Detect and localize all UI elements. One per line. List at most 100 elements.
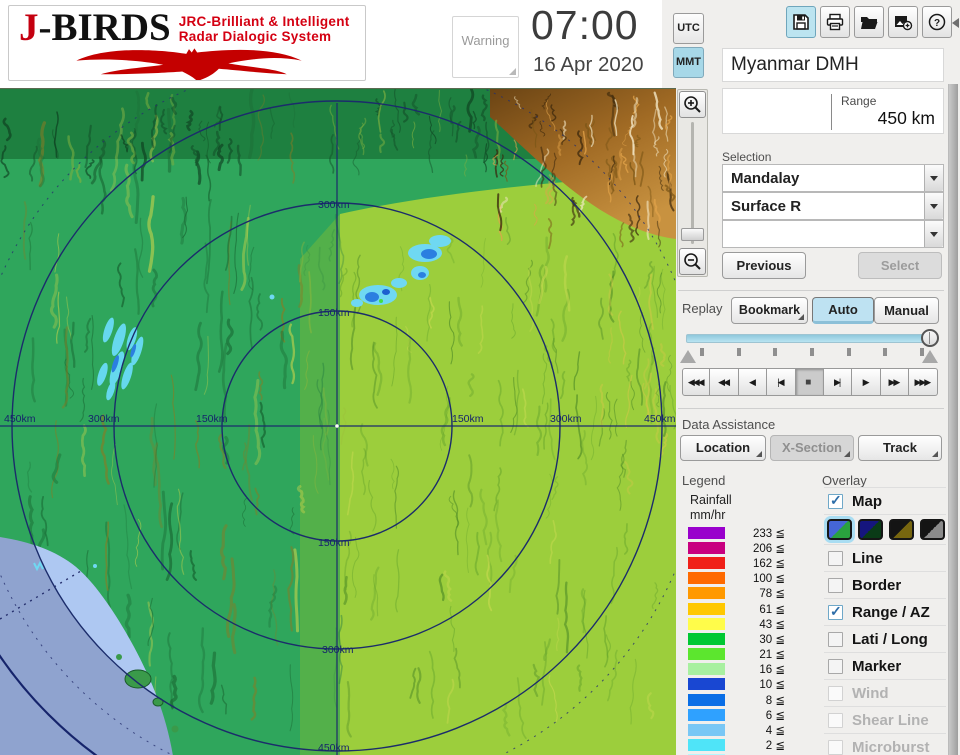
svg-text:450km: 450km	[4, 413, 36, 425]
replay-range-start-marker[interactable]	[680, 350, 696, 363]
svg-text:300km: 300km	[322, 644, 354, 656]
step-forward-button[interactable]: ▶|	[823, 368, 853, 396]
product-dropdown[interactable]: Surface R	[722, 192, 944, 220]
step-back-button[interactable]: |◀	[767, 368, 796, 396]
overlay-row-wind: Wind	[824, 679, 946, 706]
zoom-in-button[interactable]	[679, 91, 706, 118]
utc-button[interactable]: UTC	[673, 13, 704, 44]
chevron-down-icon[interactable]	[924, 165, 943, 191]
jbirds-logo: J-BIRDS JRC-Brilliant & Intelligent Rada…	[8, 5, 366, 81]
help-button[interactable]: ?	[922, 6, 952, 38]
overlay-label: Overlay	[822, 473, 867, 488]
open-folder-button[interactable]	[854, 6, 884, 38]
svg-text:300km: 300km	[550, 413, 582, 425]
xsection-button: X-Section	[770, 435, 854, 461]
marker-checkbox[interactable]	[828, 658, 843, 674]
toolbar: ?	[786, 6, 952, 38]
map-zoom-control	[677, 89, 708, 277]
separator	[678, 408, 944, 409]
site-dropdown[interactable]: Mandalay	[722, 164, 944, 192]
snapshot-add-button[interactable]	[888, 6, 918, 38]
site-dropdown-value: Mandalay	[731, 169, 800, 187]
overlay-row-lati-long[interactable]: Lati / Long	[824, 625, 946, 652]
snapshot-add-icon	[895, 16, 913, 31]
svg-text:300km: 300km	[318, 199, 350, 211]
save-button[interactable]	[786, 6, 816, 38]
replay-timeline-slider[interactable]	[686, 334, 938, 343]
line-checkbox[interactable]	[828, 550, 843, 566]
range-label: Range	[841, 94, 877, 108]
help-icon: ?	[928, 13, 946, 31]
svg-text:150km: 150km	[318, 537, 350, 549]
separator	[678, 290, 944, 291]
map-style-4[interactable]	[920, 519, 945, 540]
replay-range-end-marker[interactable]	[922, 350, 938, 363]
save-icon	[793, 14, 809, 30]
bookmark-button[interactable]: Bookmark	[731, 297, 808, 324]
zoom-out-button[interactable]	[679, 248, 706, 275]
track-button[interactable]: Track	[858, 435, 942, 461]
overlay-row-line[interactable]: Line	[824, 544, 946, 571]
mmt-button[interactable]: MMT	[673, 47, 704, 78]
svg-text:150km: 150km	[452, 413, 484, 425]
print-button[interactable]	[820, 6, 850, 38]
chevron-down-icon[interactable]	[924, 193, 943, 219]
zoom-slider-track[interactable]	[691, 122, 694, 244]
playback-controls: ◀◀◀ ◀◀ ◀ |◀ ■ ▶| ▶ ▶▶ ▶▶▶	[682, 368, 938, 396]
data-assistance-label: Data Assistance	[682, 417, 776, 432]
replay-slider-thumb[interactable]	[921, 329, 939, 347]
rewind-fast-button[interactable]: ◀◀	[710, 368, 739, 396]
lati-long-checkbox[interactable]	[828, 631, 843, 647]
panel-collapse-arrow[interactable]	[952, 18, 959, 28]
legend-label: Legend	[682, 473, 726, 488]
map-style-swatches	[824, 514, 946, 544]
zoom-out-icon	[684, 253, 701, 270]
svg-text:450km: 450km	[644, 413, 676, 425]
zoom-slider-thumb[interactable]	[681, 228, 704, 241]
location-button[interactable]: Location	[680, 435, 766, 461]
clock-time: 07:00	[531, 2, 639, 48]
radar-map[interactable]: 450km 300km 150km 150km 300km 450km 300k…	[0, 88, 676, 755]
svg-text:150km: 150km	[318, 307, 350, 319]
station-name-box: Myanmar DMH	[722, 48, 944, 82]
overlay-row-map[interactable]: Map	[824, 487, 946, 514]
border-checkbox[interactable]	[828, 577, 843, 593]
map-style-3[interactable]	[889, 519, 914, 540]
warning-panel[interactable]: Warning	[452, 16, 519, 78]
svg-text:300km: 300km	[88, 413, 120, 425]
microburst-checkbox	[828, 739, 843, 755]
replay-slider-ticks	[700, 348, 924, 356]
previous-button[interactable]: Previous	[722, 252, 806, 279]
legend-unit-line2: mm/hr	[690, 508, 726, 522]
map-style-2[interactable]	[858, 519, 883, 540]
panel-scrollbar[interactable]	[948, 84, 958, 755]
range-divider	[831, 94, 832, 130]
overlay-row-border[interactable]: Border	[824, 571, 946, 598]
option-dropdown[interactable]	[722, 220, 944, 248]
auto-mode-button[interactable]: Auto	[812, 297, 874, 324]
play-button[interactable]: ▶	[852, 368, 881, 396]
play-reverse-button[interactable]: ◀	[738, 368, 768, 396]
forward-fast-button[interactable]: ▶▶	[880, 368, 910, 396]
manual-mode-button[interactable]: Manual	[874, 297, 939, 324]
svg-text:450km: 450km	[318, 742, 350, 754]
overlay-row-range-az[interactable]: Range / AZ	[824, 598, 946, 625]
overlay-row-marker[interactable]: Marker	[824, 652, 946, 679]
wind-checkbox	[828, 685, 843, 701]
warning-label: Warning	[461, 33, 510, 48]
forward-fastest-button[interactable]: ▶▶▶	[909, 368, 938, 396]
range-value: 450 km	[877, 108, 935, 128]
chevron-down-icon[interactable]	[924, 221, 943, 247]
select-button: Select	[858, 252, 942, 279]
map-checkbox[interactable]	[828, 492, 843, 509]
print-icon	[826, 13, 844, 31]
svg-text:150km: 150km	[196, 413, 228, 425]
stop-button[interactable]: ■	[795, 368, 824, 396]
range-az-checkbox[interactable]	[828, 603, 843, 620]
rewind-fastest-button[interactable]: ◀◀◀	[682, 368, 711, 396]
rainfall-legend: 233 ≦ 206 ≦ 162 ≦ 100 ≦ 78 ≦ 61 ≦ 43 ≦ 3…	[688, 525, 785, 755]
range-box: Range 450 km	[722, 88, 944, 134]
svg-text:?: ?	[934, 18, 940, 29]
map-style-1[interactable]	[827, 519, 852, 540]
resize-grip-icon	[509, 68, 516, 75]
